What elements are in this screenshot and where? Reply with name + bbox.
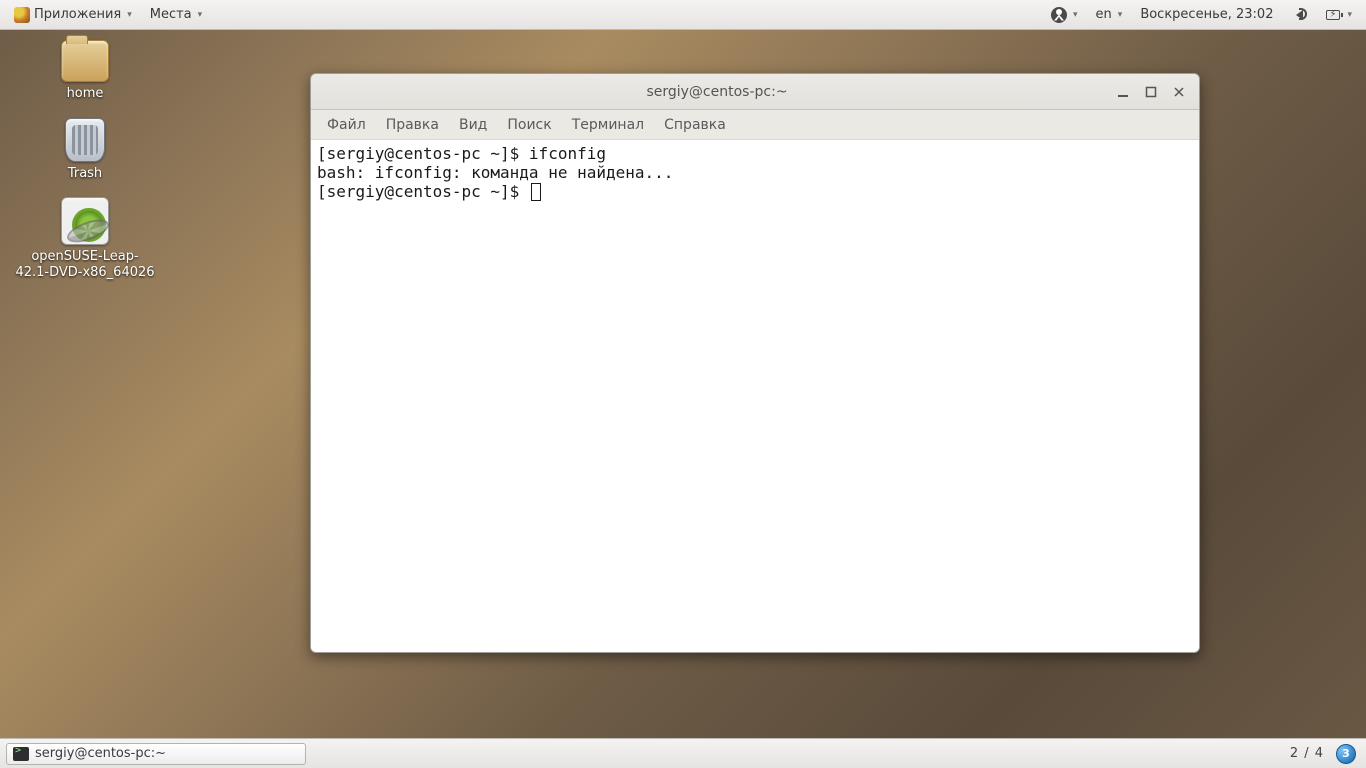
maximize-button[interactable] — [1143, 84, 1159, 100]
menu-help[interactable]: Справка — [656, 114, 734, 136]
chevron-down-icon: ▾ — [1347, 10, 1352, 20]
top-panel: Приложения ▾ Места ▾ ▾ en ▾ Воскресенье,… — [0, 0, 1366, 30]
terminal-line: [sergiy@centos-pc ~]$ — [317, 182, 529, 201]
menu-edit[interactable]: Правка — [378, 114, 447, 136]
menu-search[interactable]: Поиск — [499, 114, 559, 136]
bottom-panel: sergiy@centos-pc:~ 2 / 4 3 — [0, 738, 1366, 768]
desktop-icon-label: Trash — [68, 166, 102, 182]
chevron-down-icon: ▾ — [1118, 10, 1123, 20]
applications-label: Приложения — [34, 7, 121, 22]
accessibility-menu[interactable]: ▾ — [1043, 4, 1086, 26]
terminal-icon — [13, 747, 29, 761]
volume-menu[interactable] — [1283, 4, 1315, 26]
activities-icon — [14, 7, 30, 23]
close-icon — [1173, 86, 1185, 98]
notification-badge[interactable]: 3 — [1336, 744, 1356, 764]
chevron-down-icon: ▾ — [127, 10, 132, 20]
desktop-icon-trash[interactable]: Trash — [10, 118, 160, 182]
trash-icon — [65, 118, 105, 162]
desktop-icons: home Trash openSUSE-Leap-42.1-DVD-x86_64… — [10, 40, 160, 280]
volume-icon — [1291, 7, 1307, 23]
chevron-down-icon: ▾ — [198, 10, 203, 20]
close-button[interactable] — [1171, 84, 1187, 100]
places-label: Места — [150, 7, 192, 22]
minimize-button[interactable] — [1115, 84, 1131, 100]
terminal-line: [sergiy@centos-pc ~]$ ifconfig — [317, 144, 606, 163]
window-menubar: Файл Правка Вид Поиск Терминал Справка — [311, 110, 1199, 140]
activities-menu[interactable]: Приложения ▾ — [6, 4, 140, 26]
menu-terminal[interactable]: Терминал — [564, 114, 652, 136]
taskbar-item-terminal[interactable]: sergiy@centos-pc:~ — [6, 743, 306, 765]
clock-menu[interactable]: Воскресенье, 23:02 — [1132, 4, 1281, 25]
iso-icon — [61, 197, 109, 245]
desktop-icon-label: home — [67, 86, 104, 102]
window-titlebar[interactable]: sergiy@centos-pc:~ — [311, 74, 1199, 110]
desktop-icon-label: openSUSE-Leap-42.1-DVD-x86_64026 — [15, 249, 155, 280]
chevron-down-icon: ▾ — [1073, 10, 1078, 20]
places-menu[interactable]: Места ▾ — [142, 4, 210, 25]
keyboard-layout-menu[interactable]: en ▾ — [1088, 4, 1131, 25]
battery-icon: ⚡ — [1325, 7, 1341, 23]
desktop-icon-iso[interactable]: openSUSE-Leap-42.1-DVD-x86_64026 — [10, 197, 160, 280]
menu-file[interactable]: Файл — [319, 114, 374, 136]
taskbar-item-label: sergiy@centos-pc:~ — [35, 746, 166, 761]
terminal-line: bash: ifconfig: команда не найдена... — [317, 163, 673, 182]
battery-menu[interactable]: ⚡ ▾ — [1317, 4, 1360, 26]
desktop-icon-home[interactable]: home — [10, 40, 160, 102]
maximize-icon — [1145, 86, 1157, 98]
workspace-indicator[interactable]: 2 / 4 — [1282, 746, 1332, 761]
clock-label: Воскресенье, 23:02 — [1140, 7, 1273, 22]
folder-icon — [61, 40, 109, 82]
keyboard-lang-label: en — [1096, 7, 1112, 22]
cursor-icon — [531, 183, 541, 201]
minimize-icon — [1117, 86, 1129, 98]
terminal-body[interactable]: [sergiy@centos-pc ~]$ ifconfig bash: ifc… — [311, 140, 1199, 652]
terminal-window: sergiy@centos-pc:~ Файл Правка Вид Поиск… — [310, 73, 1200, 653]
accessibility-icon — [1051, 7, 1067, 23]
window-title: sergiy@centos-pc:~ — [319, 84, 1115, 100]
menu-view[interactable]: Вид — [451, 114, 495, 136]
